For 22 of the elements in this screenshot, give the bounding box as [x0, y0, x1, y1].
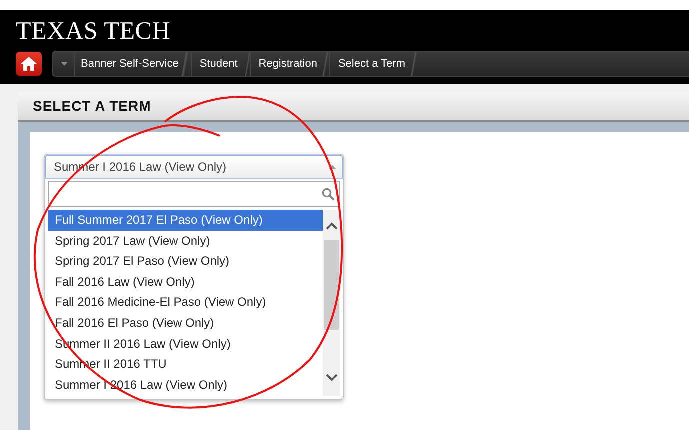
- scrollbar-thumb[interactable]: [324, 240, 339, 330]
- panel-title: SELECT A TERM: [33, 98, 152, 114]
- breadcrumb-link[interactable]: Student: [190, 52, 250, 76]
- term-option[interactable]: Spring 2017 Law (View Only): [48, 230, 323, 252]
- breadcrumb-link[interactable]: Banner Self-Service: [74, 52, 191, 76]
- term-option[interactable]: Fall 2016 Law (View Only): [48, 272, 323, 292]
- term-option[interactable]: Spring 2017 El Paso (View Only): [48, 251, 323, 272]
- scroll-up-icon[interactable]: [326, 222, 338, 230]
- breadcrumb-link[interactable]: Select a Term: [329, 52, 418, 76]
- breadcrumb-link[interactable]: Registration: [250, 52, 330, 76]
- caret-icon: [329, 165, 336, 169]
- scroll-down-icon[interactable]: [326, 374, 338, 382]
- caret-icon[interactable]: [61, 62, 68, 66]
- term-option[interactable]: Full Summer 2017 El Paso (View Only): [48, 210, 323, 231]
- term-option[interactable]: Fall 2016 Medicine-El Paso (View Only): [48, 292, 323, 313]
- site-title: TEXAS TECH: [16, 17, 172, 47]
- home-icon: [21, 57, 37, 71]
- search-field[interactable]: [48, 181, 340, 207]
- scrollbar[interactable]: [323, 210, 340, 396]
- home-button[interactable]: [16, 52, 42, 76]
- term-option[interactable]: Fall 2016 El Paso (View Only): [48, 312, 323, 334]
- search-icon: [322, 188, 335, 200]
